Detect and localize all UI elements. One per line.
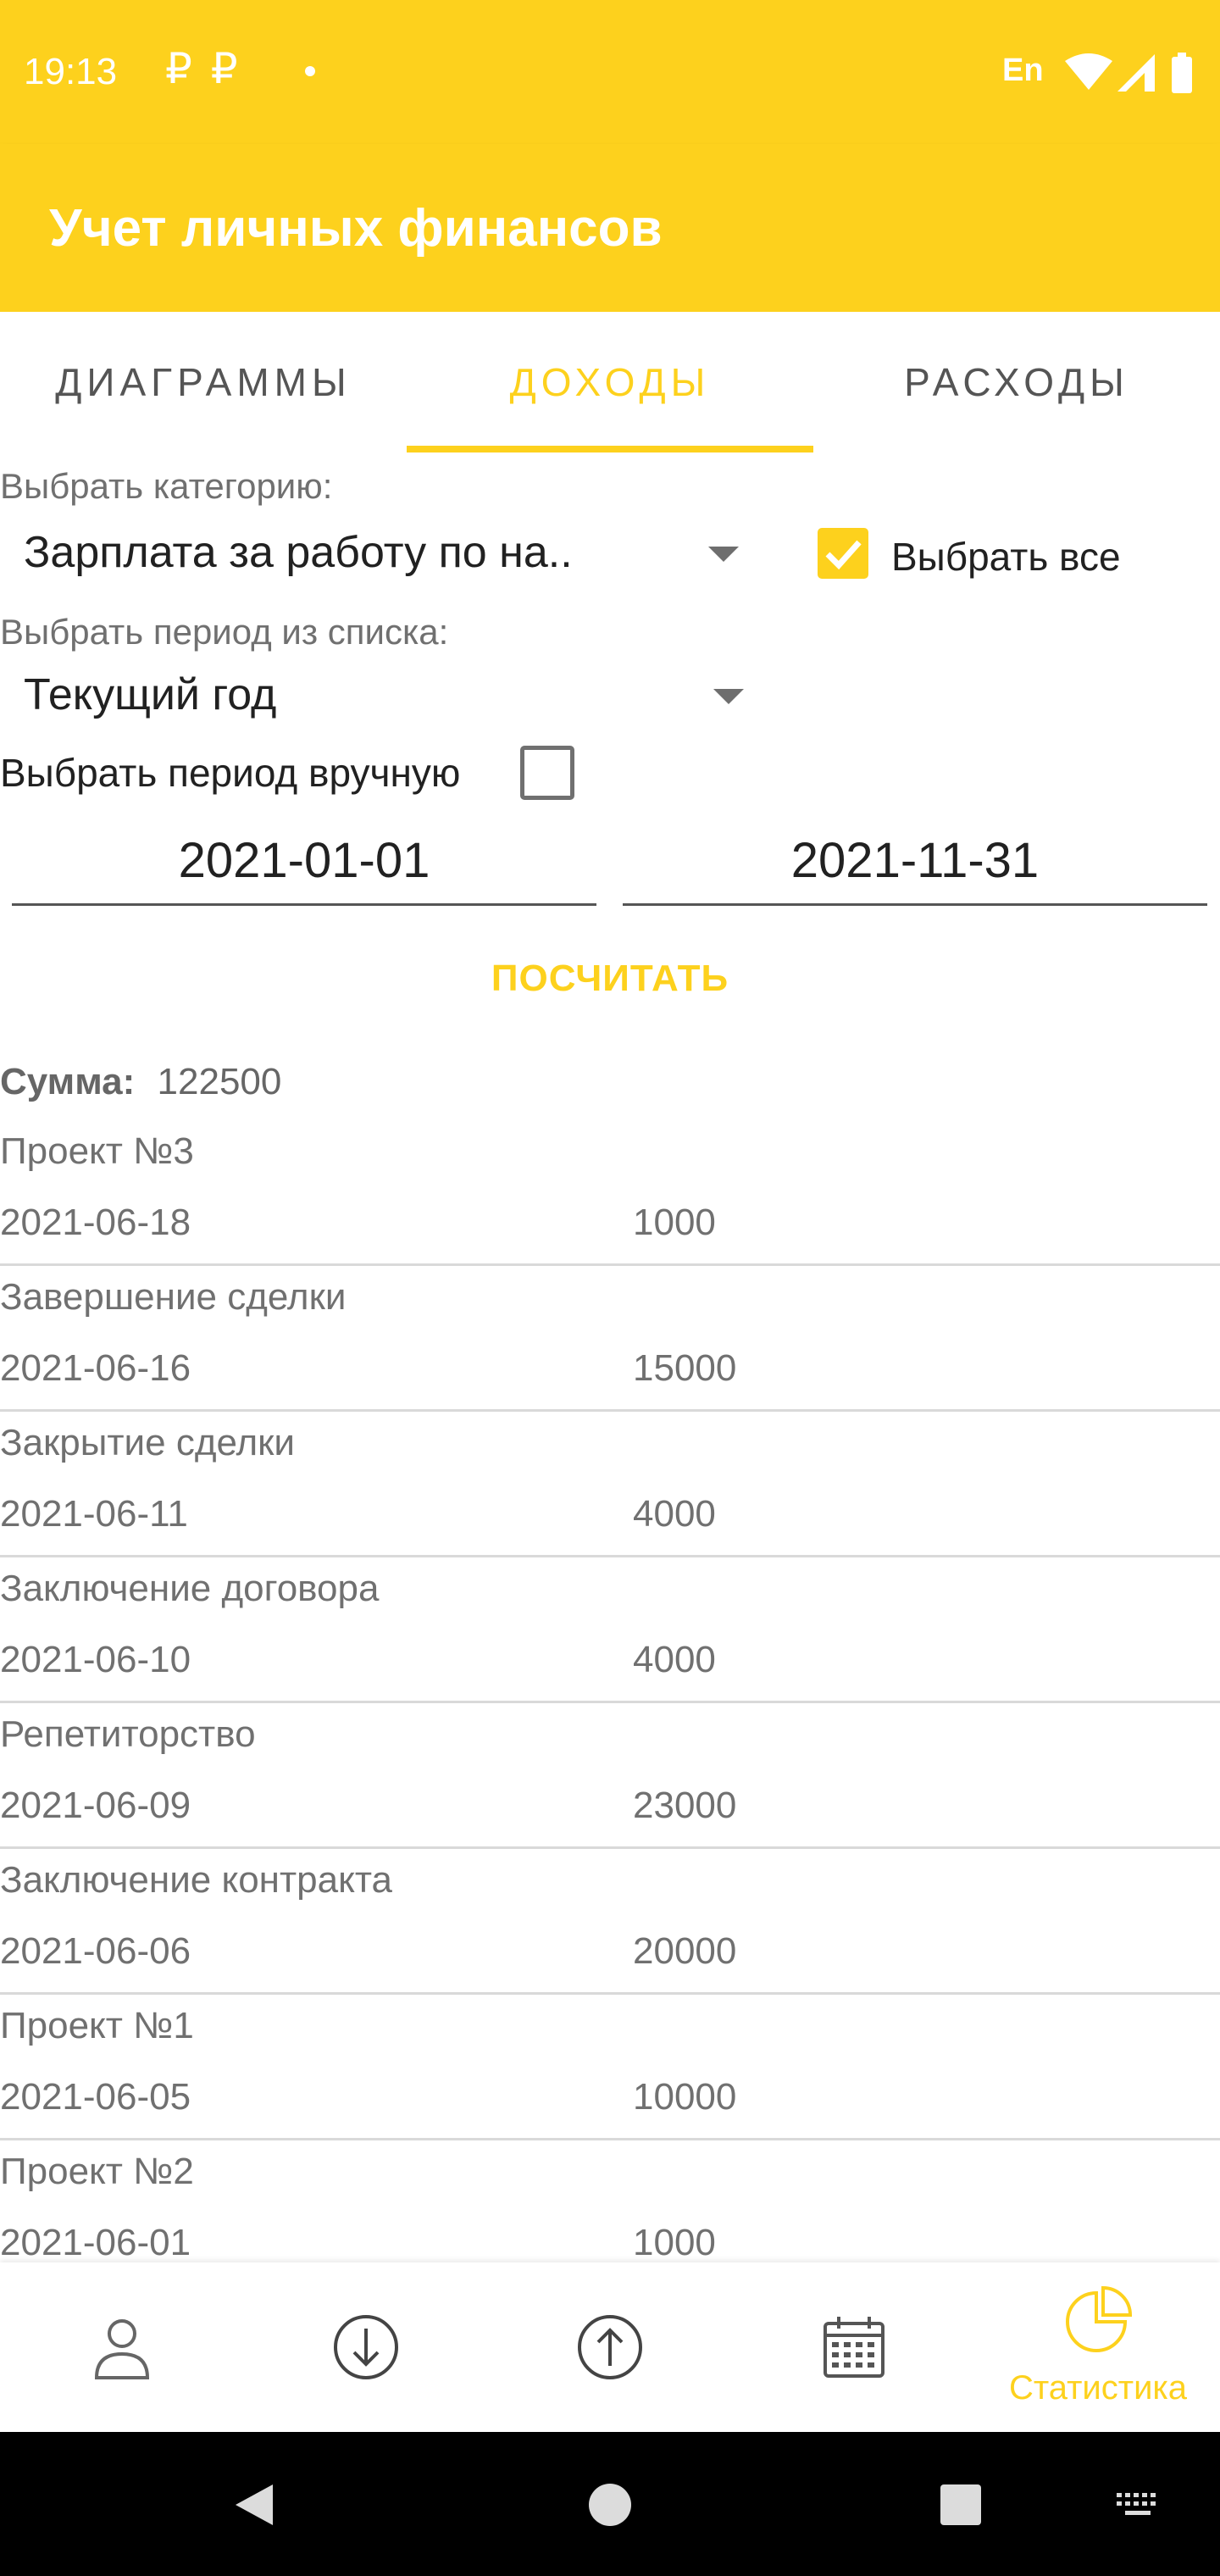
active-tab-indicator (407, 446, 813, 452)
sum-row: Сумма: 122500 (0, 1061, 281, 1103)
bottom-navigation: Статистика (0, 2262, 1220, 2432)
item-amount: 10000 (633, 2076, 737, 2118)
select-all-label: Выбрать все (891, 535, 1121, 579)
list-item[interactable]: Проект №2 2021-06-01 1000 (0, 2140, 1220, 2262)
date-to-field[interactable]: 2021-11-31 (623, 819, 1207, 906)
nav-calendar[interactable] (732, 2262, 976, 2432)
income-list[interactable]: Проект №3 2021-06-18 1000 Завершение сде… (0, 1120, 1220, 2262)
tab-expenses[interactable]: Расходы (813, 312, 1220, 452)
list-item[interactable]: Проект №1 2021-06-05 10000 (0, 1995, 1220, 2140)
item-date: 2021-06-09 (0, 1785, 191, 1826)
sum-value: 122500 (157, 1061, 282, 1102)
arrow-down-circle-icon (334, 2315, 398, 2379)
ruble-notification-icon: ₽₽ (165, 45, 257, 92)
period-list-label: Выбрать период из списка: (0, 612, 449, 652)
nav-statistics-label: Статистика (1008, 2369, 1188, 2407)
item-date: 2021-06-10 (0, 1639, 191, 1680)
checkmark-icon (825, 540, 862, 570)
language-indicator: En (1002, 53, 1044, 88)
status-bar: 19:13 ₽₽ En (0, 0, 1220, 144)
list-item[interactable]: Заключение договора 2021-06-10 4000 (0, 1557, 1220, 1703)
item-title: Закрытие сделки (0, 1422, 296, 1463)
category-label: Выбрать категорию: (0, 466, 333, 506)
nav-expenses[interactable] (488, 2262, 732, 2432)
period-spinner[interactable]: Текущий год (24, 669, 276, 720)
nav-income[interactable] (244, 2262, 488, 2432)
item-title: Проект №2 (0, 2151, 194, 2192)
recents-icon[interactable] (939, 2483, 983, 2527)
nav-profile[interactable] (0, 2262, 244, 2432)
battery-icon (1172, 53, 1192, 93)
back-icon[interactable] (230, 2481, 278, 2529)
calculate-button[interactable]: ПОСЧИТАТЬ (441, 958, 779, 1025)
item-amount: 1000 (633, 2222, 716, 2262)
item-title: Завершение сделки (0, 1276, 347, 1318)
status-icons (1065, 53, 1192, 93)
item-date: 2021-06-11 (0, 1493, 188, 1535)
period-dropdown-arrow-icon[interactable] (713, 689, 744, 704)
item-amount: 23000 (633, 1785, 737, 1826)
wifi-icon (1065, 53, 1112, 90)
more-notifications-dot-icon (305, 66, 315, 76)
category-dropdown-arrow-icon[interactable] (708, 547, 739, 562)
home-icon[interactable] (586, 2481, 634, 2529)
item-amount: 20000 (633, 1930, 737, 1972)
keyboard-icon[interactable] (1115, 2491, 1162, 2518)
app-bar: Учет личных финансов (0, 144, 1220, 312)
arrow-up-circle-icon (578, 2315, 642, 2379)
tab-diagrams[interactable]: Диаграммы (0, 312, 407, 452)
list-item[interactable]: Закрытие сделки 2021-06-11 4000 (0, 1412, 1220, 1557)
list-item[interactable]: Завершение сделки 2021-06-16 15000 (0, 1266, 1220, 1412)
tab-income[interactable]: Доходы (407, 312, 813, 452)
calendar-icon (824, 2317, 884, 2378)
item-title: Проект №1 (0, 2005, 194, 2046)
item-title: Заключение договора (0, 1568, 380, 1609)
pie-chart-icon (1066, 2285, 1132, 2352)
manual-period-checkbox[interactable] (520, 746, 574, 800)
list-item[interactable]: Репетиторство 2021-06-09 23000 (0, 1703, 1220, 1849)
tab-bar: Диаграммы Доходы Расходы (0, 312, 1220, 452)
item-date: 2021-06-16 (0, 1347, 191, 1389)
item-amount: 4000 (633, 1493, 716, 1535)
date-from-field[interactable]: 2021-01-01 (12, 819, 596, 906)
system-navigation-bar (0, 2432, 1220, 2576)
manual-period-label: Выбрать период вручную (0, 751, 461, 795)
list-item[interactable]: Проект №3 2021-06-18 1000 (0, 1120, 1220, 1266)
item-date: 2021-06-01 (0, 2222, 191, 2262)
list-item[interactable]: Заключение контракта 2021-06-06 20000 (0, 1849, 1220, 1995)
item-amount: 4000 (633, 1639, 716, 1680)
item-title: Репетиторство (0, 1713, 256, 1755)
nav-statistics[interactable]: Статистика (976, 2262, 1220, 2432)
app-title: Учет личных финансов (49, 199, 663, 258)
item-amount: 1000 (633, 1202, 716, 1243)
item-date: 2021-06-05 (0, 2076, 191, 2118)
person-icon (94, 2319, 150, 2379)
item-date: 2021-06-18 (0, 1202, 191, 1243)
item-title: Заключение контракта (0, 1859, 392, 1901)
item-amount: 15000 (633, 1347, 737, 1389)
select-all-checkbox[interactable] (818, 528, 868, 579)
item-date: 2021-06-06 (0, 1930, 191, 1972)
category-spinner[interactable]: Зарплата за работу по на.. (24, 527, 573, 578)
status-time: 19:13 (24, 51, 118, 92)
sum-label: Сумма: (0, 1061, 136, 1102)
item-title: Проект №3 (0, 1130, 194, 1172)
